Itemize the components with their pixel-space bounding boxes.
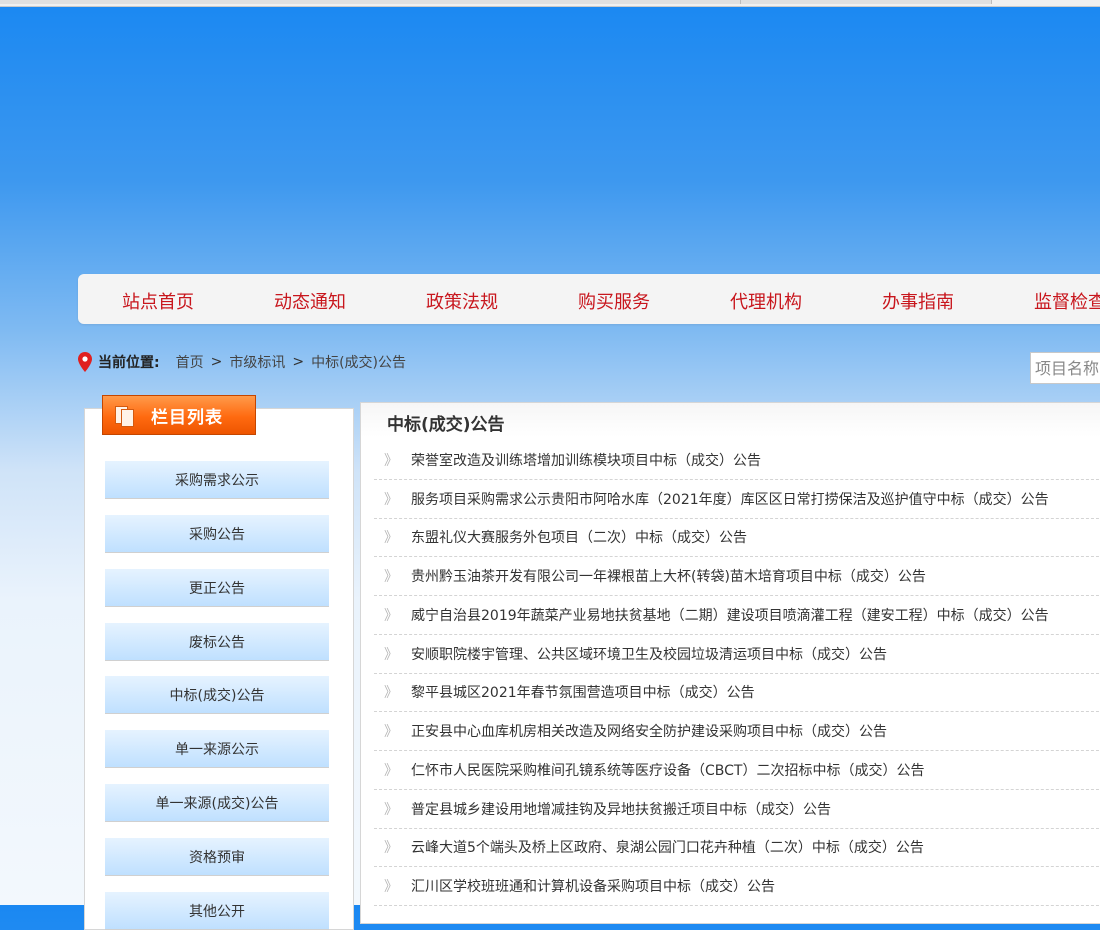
list-item: 》云峰大道5个端头及桥上区政府、泉湖公园门口花卉种植（二次）中标（成交）公告	[374, 829, 1100, 867]
double-chevron-icon: 》	[384, 530, 398, 546]
sidebar-item-label: 采购公告	[189, 526, 245, 543]
notice-link[interactable]: 汇川区学校班班通和计算机设备采购项目中标（成交）公告	[411, 876, 775, 896]
double-chevron-icon: 》	[384, 569, 398, 585]
list-item: 》东盟礼仪大赛服务外包项目（二次）中标（成交）公告	[374, 519, 1100, 557]
sidebar-item-label: 资格预审	[189, 849, 245, 866]
sidebar-item-winning-bid[interactable]: 中标(成交)公告	[105, 676, 329, 714]
list-item: 》汇川区学校班班通和计算机设备采购项目中标（成交）公告	[374, 868, 1100, 906]
sidebar-item-label: 更正公告	[189, 580, 245, 597]
double-chevron-icon: 》	[384, 492, 398, 508]
breadcrumb: 当前位置: 首页 > 市级标讯 > 中标(成交)公告	[78, 350, 406, 374]
breadcrumb-home[interactable]: 首页	[176, 352, 204, 372]
breadcrumb-label: 当前位置:	[98, 355, 160, 371]
double-chevron-icon: 》	[384, 685, 398, 701]
list-item: 》荣誉室改造及训练塔增加训练模块项目中标（成交）公告	[374, 442, 1100, 480]
list-item: 》贵州黔玉油茶开发有限公司一年裸根苗上大杯(转袋)苗木培育项目中标（成交）公告	[374, 558, 1100, 596]
notice-link[interactable]: 正安县中心血库机房相关改造及网络安全防护建设采购项目中标（成交）公告	[411, 721, 887, 741]
sidebar-item-label: 采购需求公示	[175, 472, 259, 489]
double-chevron-icon: 》	[384, 453, 398, 469]
project-name-search-input[interactable]	[1031, 353, 1100, 383]
sidebar-header: 栏目列表	[102, 395, 256, 435]
sidebar-item-other[interactable]: 其他公开	[105, 892, 329, 930]
list-item: 》仁怀市人民医院采购椎间孔镜系统等医疗设备（CBCT）二次招标中标（成交）公告	[374, 752, 1100, 790]
list-item: 》威宁自治县2019年蔬菜产业易地扶贫基地（二期）建设项目喷滴灌工程（建安工程）…	[374, 597, 1100, 635]
nav-item-purchase[interactable]: 购买服务	[578, 288, 650, 314]
sidebar-item-prequalification[interactable]: 资格预审	[105, 838, 329, 876]
main-nav: 站点首页 动态通知 政策法规 购买服务 代理机构 办事指南 监督检查	[78, 274, 1100, 324]
location-pin-icon	[78, 352, 92, 372]
top-strip-segment	[0, 0, 741, 4]
sidebar-item-procurement-demand[interactable]: 采购需求公示	[105, 461, 329, 499]
document-list-icon	[115, 404, 137, 427]
list-item: 》服务项目采购需求公示贵阳市阿哈水库（2021年度）库区区日常打捞保洁及巡护值守…	[374, 481, 1100, 519]
list-item: 》黎平县城区2021年春节氛围营造项目中标（成交）公告	[374, 674, 1100, 712]
list-item: 》正安县中心血库机房相关改造及网络安全防护建设采购项目中标（成交）公告	[374, 713, 1100, 751]
breadcrumb-separator: >	[210, 354, 223, 370]
double-chevron-icon: 》	[384, 608, 398, 624]
page-title: 中标(成交)公告	[387, 415, 505, 435]
notice-link[interactable]: 贵州黔玉油茶开发有限公司一年裸根苗上大杯(转袋)苗木培育项目中标（成交）公告	[411, 566, 926, 586]
breadcrumb-city-notices[interactable]: 市级标讯	[229, 352, 285, 372]
sidebar-item-label: 中标(成交)公告	[169, 687, 265, 704]
double-chevron-icon: 》	[384, 724, 398, 740]
sidebar-item-single-source[interactable]: 单一来源公示	[105, 730, 329, 768]
double-chevron-icon: 》	[384, 879, 398, 895]
nav-item-guide[interactable]: 办事指南	[882, 288, 954, 314]
sidebar-item-single-source-deal[interactable]: 单一来源(成交)公告	[105, 784, 329, 822]
notice-link[interactable]: 东盟礼仪大赛服务外包项目（二次）中标（成交）公告	[411, 527, 747, 547]
double-chevron-icon: 》	[384, 647, 398, 663]
notice-link[interactable]: 仁怀市人民医院采购椎间孔镜系统等医疗设备（CBCT）二次招标中标（成交）公告	[411, 760, 924, 780]
notice-link[interactable]: 安顺职院楼宇管理、公共区域环境卫生及校园垃圾清运项目中标（成交）公告	[411, 644, 887, 664]
notice-link[interactable]: 黎平县城区2021年春节氛围营造项目中标（成交）公告	[411, 682, 755, 702]
nav-item-supervision[interactable]: 监督检查	[1034, 288, 1100, 314]
double-chevron-icon: 》	[384, 763, 398, 779]
sidebar-item-label: 单一来源公示	[175, 741, 259, 758]
nav-item-policy[interactable]: 政策法规	[426, 288, 498, 314]
notice-link[interactable]: 云峰大道5个端头及桥上区政府、泉湖公园门口花卉种植（二次）中标（成交）公告	[411, 837, 924, 857]
sidebar-item-label: 其他公开	[189, 903, 245, 920]
nav-item-news[interactable]: 动态通知	[274, 288, 346, 314]
sidebar-item-label: 单一来源(成交)公告	[155, 795, 279, 812]
sidebar-title: 栏目列表	[151, 407, 223, 428]
browser-top-strip	[0, 0, 1100, 7]
nav-item-agency[interactable]: 代理机构	[730, 288, 802, 314]
nav-item-home[interactable]: 站点首页	[122, 288, 194, 314]
sidebar-item-correction-notice[interactable]: 更正公告	[105, 569, 329, 607]
notice-link[interactable]: 荣誉室改造及训练塔增加训练模块项目中标（成交）公告	[411, 450, 761, 470]
double-chevron-icon: 》	[384, 840, 398, 856]
double-chevron-icon: 》	[384, 802, 398, 818]
notice-link[interactable]: 服务项目采购需求公示贵阳市阿哈水库（2021年度）库区区日常打捞保洁及巡护值守中…	[411, 489, 1049, 509]
breadcrumb-current[interactable]: 中标(成交)公告	[311, 352, 406, 372]
top-strip-segment	[741, 0, 992, 4]
list-item: 》普定县城乡建设用地增减挂钩及异地扶贫搬迁项目中标（成交）公告	[374, 791, 1100, 829]
breadcrumb-separator: >	[292, 354, 305, 370]
sidebar-item-label: 废标公告	[189, 634, 245, 651]
list-item: 》安顺职院楼宇管理、公共区域环境卫生及校园垃圾清运项目中标（成交）公告	[374, 636, 1100, 674]
search-box	[1030, 352, 1100, 384]
sidebar-item-cancelled-bid[interactable]: 废标公告	[105, 623, 329, 661]
notice-link[interactable]: 普定县城乡建设用地增减挂钩及异地扶贫搬迁项目中标（成交）公告	[411, 799, 831, 819]
sidebar-item-procurement-notice[interactable]: 采购公告	[105, 515, 329, 553]
notice-link[interactable]: 威宁自治县2019年蔬菜产业易地扶贫基地（二期）建设项目喷滴灌工程（建安工程）中…	[411, 605, 1049, 625]
